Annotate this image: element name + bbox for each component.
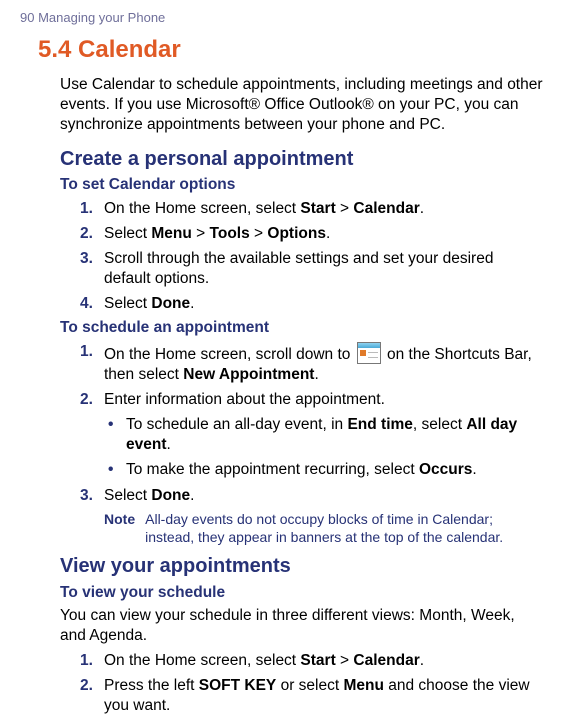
step-text: Select Menu > Tools > Options. — [104, 225, 330, 242]
step-text: Select Done. — [104, 295, 194, 312]
intro-paragraph: Use Calendar to schedule appointments, i… — [60, 75, 543, 134]
note: Note All-day events do not occupy blocks… — [104, 511, 545, 546]
calendar-icon — [357, 342, 381, 364]
heading-view-appointments: View your appointments — [60, 554, 553, 580]
list-item: 4. Select Done. — [80, 294, 543, 314]
step-number: 3. — [80, 486, 93, 506]
step-number: 1. — [80, 342, 93, 362]
section-title: 5.4 Calendar — [38, 35, 553, 66]
list-item: 2. Press the left SOFT KEY or select Men… — [80, 676, 543, 716]
running-head: 90 Managing your Phone — [20, 10, 553, 27]
steps-view: 1. On the Home screen, select Start > Ca… — [80, 651, 543, 715]
step-text: On the Home screen, select Start > Calen… — [104, 652, 424, 669]
steps-schedule-cont: 3. Select Done. — [80, 486, 543, 506]
heading-view-schedule: To view your schedule — [60, 583, 553, 603]
list-item: To make the appointment recurring, selec… — [108, 460, 543, 480]
heading-schedule-appointment: To schedule an appointment — [60, 318, 553, 338]
note-label: Note — [104, 511, 145, 546]
list-item: 1. On the Home screen, select Start > Ca… — [80, 651, 543, 671]
step-text: Enter information about the appointment. — [104, 391, 385, 408]
step-text: Press the left SOFT KEY or select Menu a… — [104, 677, 530, 714]
step-number: 1. — [80, 651, 93, 671]
step-number: 3. — [80, 249, 93, 269]
steps-set-options: 1. On the Home screen, select Start > Ca… — [80, 199, 543, 313]
list-item: 2. Select Menu > Tools > Options. — [80, 224, 543, 244]
list-item: 3. Scroll through the available settings… — [80, 249, 543, 289]
step-text: Scroll through the available settings an… — [104, 250, 493, 287]
list-item: 1. On the Home screen, scroll down to on… — [80, 342, 543, 385]
list-item: 1. On the Home screen, select Start > Ca… — [80, 199, 543, 219]
list-item: To schedule an all-day event, in End tim… — [108, 415, 543, 455]
step-text: On the Home screen, select Start > Calen… — [104, 200, 424, 217]
page: 90 Managing your Phone 5.4 Calendar Use … — [0, 0, 573, 716]
step-number: 1. — [80, 199, 93, 219]
heading-set-options: To set Calendar options — [60, 175, 553, 195]
step-number: 2. — [80, 390, 93, 410]
step-text: On the Home screen, scroll down to on th… — [104, 342, 543, 385]
step-number: 2. — [80, 224, 93, 244]
steps-schedule: 1. On the Home screen, scroll down to on… — [80, 342, 543, 409]
heading-create-appointment: Create a personal appointment — [60, 147, 553, 173]
list-item: 2. Enter information about the appointme… — [80, 390, 543, 410]
view-paragraph: You can view your schedule in three diff… — [60, 606, 543, 646]
list-item: 3. Select Done. — [80, 486, 543, 506]
step-number: 4. — [80, 294, 93, 314]
step-text: Select Done. — [104, 487, 194, 504]
step-number: 2. — [80, 676, 93, 696]
schedule-sub-bullets: To schedule an all-day event, in End tim… — [108, 415, 543, 480]
note-body: All-day events do not occupy blocks of t… — [145, 511, 545, 546]
